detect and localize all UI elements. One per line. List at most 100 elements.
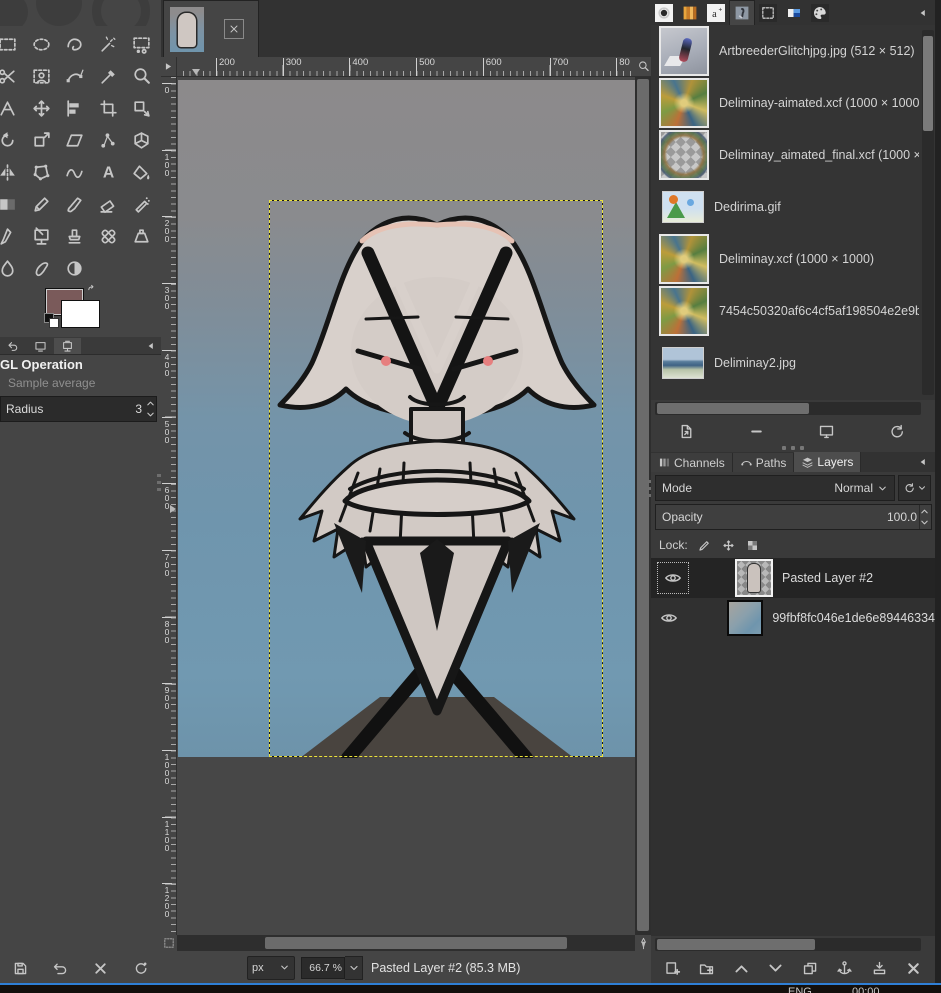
radius-spinner[interactable]: Radius 3 [0, 396, 157, 422]
image-list-item[interactable]: Deliminay2.jpg [651, 337, 919, 389]
align-tool[interactable] [58, 92, 92, 124]
pencil-tool[interactable] [25, 188, 59, 220]
paths-tool[interactable] [58, 60, 92, 92]
device-status-tab[interactable] [27, 338, 54, 354]
close-tab-button[interactable] [224, 19, 244, 39]
background-color-swatch[interactable] [61, 300, 100, 328]
ink-tool[interactable] [0, 220, 25, 252]
tab-channels[interactable]: Channels [651, 453, 733, 472]
layers-menu-button[interactable] [917, 456, 929, 468]
duplicate-layer-button[interactable] [802, 960, 819, 977]
handle-transform-tool[interactable] [92, 124, 126, 156]
default-colors-icon[interactable] [44, 313, 59, 328]
zoom-follow-window-button[interactable] [635, 57, 651, 77]
palettes-tab[interactable] [807, 1, 833, 25]
rotate-tool[interactable] [0, 124, 25, 156]
layer-visibility-toggle[interactable] [657, 562, 689, 594]
ellipse-select-tool[interactable] [25, 28, 59, 60]
radius-spin-arrows[interactable] [145, 397, 156, 421]
rectangle-select-tool[interactable] [0, 28, 25, 60]
zoom-level-input[interactable]: 66.7 % [301, 956, 345, 979]
lower-layer-button[interactable] [767, 960, 784, 977]
unit-dropdown[interactable]: px [247, 955, 295, 980]
left-dock-menu-button[interactable] [145, 340, 157, 352]
paintbrush-tool[interactable] [58, 188, 92, 220]
gradient-tool[interactable] [0, 188, 25, 220]
fonts-tab[interactable]: a + [703, 1, 729, 25]
image-list-item[interactable]: ArtbreederGlitchjpg.jpg (512 × 512) [651, 25, 919, 77]
taskbar-language[interactable]: ENG [788, 986, 812, 993]
tab-layers[interactable]: Layers [794, 452, 862, 472]
color-picker-tool[interactable] [92, 60, 126, 92]
selection-editor-tab[interactable] [755, 1, 781, 25]
lock-alpha-button[interactable] [745, 538, 760, 553]
image-list-item[interactable]: 7454c50320af6c4cf5af198504e2e9b1 [651, 285, 919, 337]
heal-tool[interactable] [92, 220, 126, 252]
zoom-tool[interactable] [125, 60, 159, 92]
new-display-button[interactable] [791, 423, 861, 440]
restore-preset-button[interactable] [52, 960, 69, 977]
shear-tool[interactable] [58, 124, 92, 156]
canvas-viewport[interactable] [177, 77, 635, 935]
scale-tool[interactable] [25, 124, 59, 156]
warp-transform-tool[interactable] [58, 156, 92, 188]
images-tab[interactable] [729, 0, 755, 25]
tab-paths[interactable]: Paths [732, 453, 795, 472]
quick-mask-button[interactable] [161, 935, 177, 951]
undo-history-tab[interactable] [0, 338, 27, 354]
eraser-tool[interactable] [92, 188, 126, 220]
dock-splitter-grip[interactable] [771, 446, 815, 451]
3d-transform-tool[interactable] [125, 124, 159, 156]
mypaint-brush-tool[interactable] [25, 220, 59, 252]
reset-tool-button[interactable] [132, 960, 149, 977]
image-list-item[interactable]: Deliminay.xcf (1000 × 1000) [651, 233, 919, 285]
layer-visibility-toggle[interactable] [657, 603, 681, 633]
scrollbar-thumb[interactable] [923, 36, 933, 131]
patterns-tab[interactable] [677, 1, 703, 25]
move-tool[interactable] [25, 92, 59, 124]
right-dock-menu-button[interactable] [917, 7, 929, 19]
zoom-dropdown-button[interactable] [345, 955, 363, 980]
sample-average-option[interactable]: Sample average [0, 374, 161, 394]
taskbar-clock[interactable]: 00:00 [852, 986, 880, 993]
airbrush-tool[interactable] [125, 188, 159, 220]
images-list-scrollbar[interactable] [922, 30, 934, 395]
merge-down-button[interactable] [871, 960, 888, 977]
vertical-scrollbar[interactable] [635, 77, 651, 935]
vertical-ruler[interactable]: 0 100 200 300 400 500 600 700 800 900 1000 1100 1200 [161, 77, 177, 935]
canvas-image[interactable] [178, 80, 635, 758]
horizontal-scrollbar[interactable] [177, 935, 635, 951]
bucket-fill-tool[interactable] [125, 156, 159, 188]
perspective-clone-tool[interactable] [125, 220, 159, 252]
layer-mode-dropdown[interactable]: Mode Normal [655, 475, 895, 501]
layers-hscrollbar[interactable] [655, 938, 921, 951]
smudge-tool[interactable] [25, 252, 59, 284]
flip-tool[interactable] [0, 156, 25, 188]
unified-transform-tool[interactable] [125, 92, 159, 124]
gradients-tab[interactable] [781, 1, 807, 25]
brushes-tab[interactable] [651, 1, 677, 25]
delete-preset-button[interactable] [92, 960, 109, 977]
ruler-corner-menu-button[interactable] [161, 57, 177, 77]
mode-group-switch-button[interactable] [898, 475, 931, 501]
image-list-item[interactable]: Deliminay_aimated_final.xcf (1000 × [651, 129, 919, 181]
swap-colors-icon[interactable] [86, 284, 100, 297]
scissors-select-tool[interactable] [0, 60, 25, 92]
delete-layer-button[interactable] [905, 960, 922, 977]
blur-sharpen-tool[interactable] [0, 252, 25, 284]
horizontal-scrollbar-thumb[interactable] [265, 937, 567, 949]
raise-displays-button[interactable] [651, 423, 721, 440]
new-group-button[interactable] [698, 960, 715, 977]
lock-paint-button[interactable] [697, 538, 712, 553]
delete-image-button[interactable] [721, 423, 791, 440]
scrollbar-thumb[interactable] [657, 403, 809, 414]
lock-position-button[interactable] [721, 538, 736, 553]
free-select-tool[interactable] [58, 28, 92, 60]
images-hscrollbar[interactable] [655, 402, 921, 415]
layer-row[interactable]: Pasted Layer #2 [651, 558, 935, 598]
text-tool[interactable]: A [92, 156, 126, 188]
opacity-slider[interactable]: Opacity 100.0 [655, 504, 932, 530]
cage-transform-tool[interactable] [25, 156, 59, 188]
layer-row[interactable]: 99fbf8fc046e1de6e89446334 [651, 598, 935, 638]
measure-tool[interactable] [0, 92, 25, 124]
